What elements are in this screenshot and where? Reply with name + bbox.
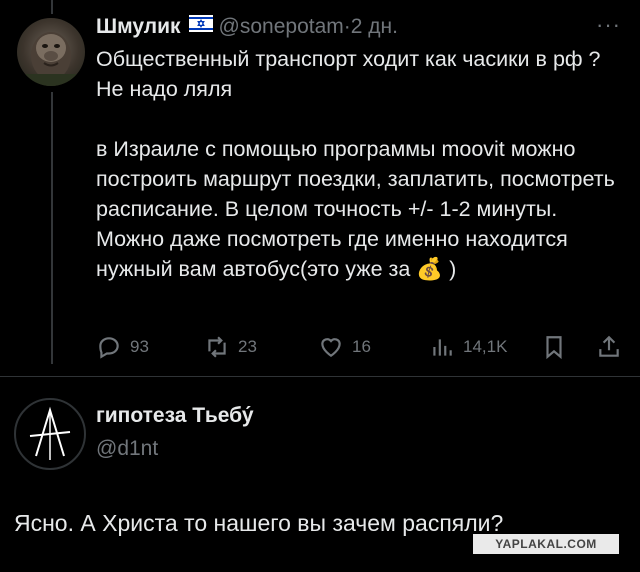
- repost-count: 23: [238, 337, 257, 356]
- israel-flag-icon: [188, 12, 213, 40]
- like-button[interactable]: 16: [318, 330, 371, 364]
- tweet-paragraph-1: Общественный транспорт ходит как часики …: [96, 47, 601, 101]
- tweet-paragraph-2-end: ): [443, 257, 457, 281]
- more-icon[interactable]: ···: [596, 12, 621, 38]
- tweet-text: Общественный транспорт ходит как часики …: [96, 44, 626, 284]
- thread-connector-top: [51, 0, 53, 14]
- tweet-header: Шмулик @sonepotam·2 дн.: [96, 12, 398, 43]
- tweet-paragraph-2: в Израиле с помощью программы moovit мож…: [96, 134, 626, 284]
- repost-icon: [208, 336, 226, 358]
- reply-count: 93: [130, 337, 149, 356]
- reply-button[interactable]: 93: [96, 330, 149, 364]
- share-button[interactable]: [596, 330, 622, 364]
- money-bag-icon: 💰: [416, 257, 444, 281]
- share-icon: [599, 335, 619, 357]
- tweet-paragraph-2-text: в Израиле с помощью программы moovit мож…: [96, 137, 615, 281]
- author-handle[interactable]: @d1nt: [96, 437, 158, 461]
- reply-icon: [99, 337, 119, 359]
- anarchy-icon: [29, 406, 71, 460]
- watermark: YAPLAKAL.COM: [473, 534, 619, 554]
- avatar[interactable]: [17, 18, 85, 86]
- tweet-actions: 93 23 16 14,1K: [96, 330, 626, 364]
- author-name[interactable]: Шмулик: [96, 15, 181, 38]
- tweet-divider: [0, 376, 640, 377]
- bookmark-icon: [546, 336, 562, 360]
- thread-connector: [51, 92, 53, 364]
- author-name[interactable]: гипотеза Тьебу́: [96, 404, 254, 428]
- views-count: 14,1K: [463, 337, 508, 356]
- like-count: 16: [352, 337, 371, 356]
- views-button[interactable]: 14,1K: [429, 330, 507, 364]
- avatar-anarchy[interactable]: [14, 398, 86, 470]
- views-icon: [433, 339, 452, 356]
- repost-button[interactable]: 23: [204, 330, 257, 364]
- separator: ·: [343, 15, 351, 39]
- bookmark-button[interactable]: [541, 330, 567, 364]
- bigfoot-avatar-icon: [17, 32, 85, 86]
- author-handle[interactable]: @sonepotam: [219, 15, 344, 38]
- heart-icon: [321, 338, 341, 357]
- tweet-text: Ясно. А Христа то нашего вы зачем распял…: [14, 510, 504, 536]
- timestamp[interactable]: 2 дн.: [351, 15, 398, 38]
